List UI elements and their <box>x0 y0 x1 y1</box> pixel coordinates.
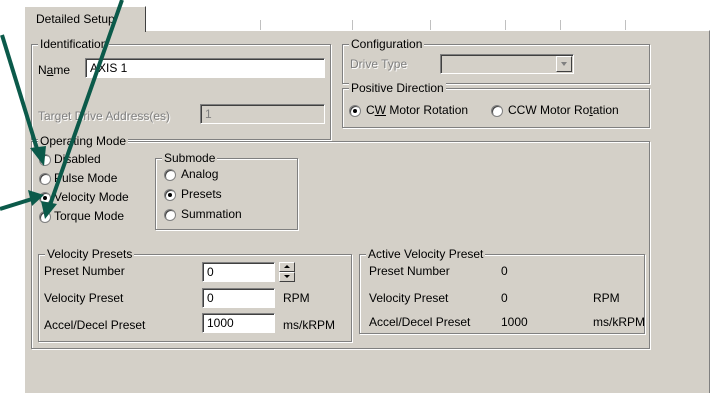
configuration-group: Configuration Drive Type <box>342 37 650 84</box>
tab-detailed-setup[interactable]: Detailed Setup <box>24 6 146 32</box>
torque-mode-label[interactable]: Torque Mode <box>54 209 124 223</box>
header-divider <box>505 20 506 30</box>
presets-label[interactable]: Presets <box>181 187 222 201</box>
chevron-down-icon <box>556 56 572 72</box>
active-accel-decel-unit: ms/kRPM <box>593 315 645 329</box>
spin-down-icon[interactable] <box>279 272 295 282</box>
cw-label[interactable]: CW Motor Rotation <box>366 103 468 117</box>
active-preset-number-value: 0 <box>501 264 508 278</box>
preset-number-stepper[interactable] <box>279 262 295 282</box>
screenshot-stage: Detailed Setup Identification Name AXIS … <box>0 0 713 393</box>
preset-number-label: Preset Number <box>44 264 125 278</box>
identification-legend: Identification <box>38 37 110 51</box>
active-preset-number-label: Preset Number <box>369 264 450 278</box>
analog-label[interactable]: Analog <box>181 167 218 181</box>
operating-mode-legend: Operating Mode <box>38 134 129 148</box>
velocity-preset-label: Velocity Preset <box>44 291 124 305</box>
active-velocity-preset-unit: RPM <box>593 291 620 305</box>
velocity-mode-label[interactable]: Velocity Mode <box>54 190 129 204</box>
active-velocity-preset-label: Velocity Preset <box>369 291 449 305</box>
pulse-mode-radio[interactable] <box>39 173 51 185</box>
active-velocity-preset-value: 0 <box>501 291 508 305</box>
velocity-presets-group: Velocity Presets Preset Number 0 Velocit… <box>38 247 352 342</box>
velocity-presets-legend: Velocity Presets <box>45 247 135 261</box>
positive-direction-legend: Positive Direction <box>349 81 446 95</box>
velocity-preset-input[interactable]: 0 <box>202 288 275 308</box>
preset-number-input[interactable]: 0 <box>202 262 275 282</box>
presets-radio[interactable] <box>164 189 176 201</box>
ccw-radio[interactable] <box>491 105 503 117</box>
submode-group: Submode Analog Presets Summation <box>155 151 298 230</box>
spin-up-icon[interactable] <box>279 262 295 272</box>
configuration-legend: Configuration <box>349 37 425 51</box>
operating-mode-group: Operating Mode Disabled Pulse Mode Veloc… <box>31 134 650 349</box>
drive-type-select <box>440 54 574 74</box>
summation-radio[interactable] <box>164 209 176 221</box>
velocity-preset-unit: RPM <box>283 291 310 305</box>
drive-type-label: Drive Type <box>350 57 408 71</box>
active-velocity-preset-group: Active Velocity Preset Preset Number 0 V… <box>359 247 645 334</box>
disabled-label[interactable]: Disabled <box>54 152 101 166</box>
accel-decel-preset-label: Accel/Decel Preset <box>44 318 146 332</box>
submode-legend: Submode <box>162 151 218 165</box>
header-divider <box>560 20 561 30</box>
header-divider <box>260 20 261 30</box>
header-divider <box>352 20 353 30</box>
analog-radio[interactable] <box>164 169 176 181</box>
name-input[interactable]: AXIS 1 <box>85 58 325 78</box>
header-divider <box>625 20 626 30</box>
identification-group: Identification Name AXIS 1 Target Drive … <box>31 37 331 140</box>
accel-decel-preset-input[interactable]: 1000 <box>202 313 275 333</box>
disabled-radio[interactable] <box>39 154 51 166</box>
active-accel-decel-value: 1000 <box>501 315 528 329</box>
active-velocity-preset-legend: Active Velocity Preset <box>366 247 486 261</box>
positive-direction-group: Positive Direction CW Motor Rotation CCW… <box>342 81 650 128</box>
pulse-mode-label[interactable]: Pulse Mode <box>54 171 117 185</box>
target-drive-address-input: 1 <box>200 104 325 124</box>
ccw-label[interactable]: CCW Motor Rotation <box>508 103 619 117</box>
detailed-setup-panel: Identification Name AXIS 1 Target Drive … <box>24 30 710 393</box>
name-label: Name <box>38 63 71 77</box>
cw-radio[interactable] <box>349 105 361 117</box>
torque-mode-radio[interactable] <box>39 211 51 223</box>
target-drive-address-label: Target Drive Address(es) <box>38 109 171 123</box>
summation-label[interactable]: Summation <box>181 207 242 221</box>
header-divider <box>430 20 431 30</box>
velocity-mode-radio[interactable] <box>39 192 51 204</box>
active-accel-decel-label: Accel/Decel Preset <box>369 315 471 329</box>
tab-label: Detailed Setup <box>36 12 115 26</box>
accel-decel-preset-unit: ms/kRPM <box>283 318 335 332</box>
